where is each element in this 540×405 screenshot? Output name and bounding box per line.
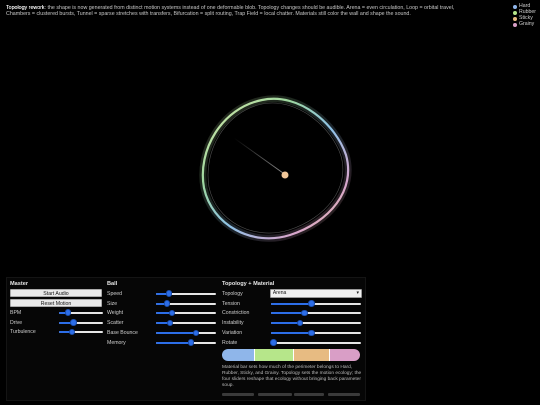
- slider-label-weight: Weight: [107, 310, 124, 317]
- slider-thumb[interactable]: [168, 309, 176, 317]
- constriction-slider[interactable]: [271, 309, 361, 317]
- slider-thumb[interactable]: [70, 319, 77, 326]
- base-bounce-slider[interactable]: [156, 329, 216, 337]
- topology-title: Topology + Material: [222, 281, 275, 287]
- slider-thumb[interactable]: [163, 300, 171, 307]
- scatter-slider[interactable]: [156, 319, 216, 327]
- slider-label-constriction: Constriction: [222, 310, 250, 317]
- slider-thumb[interactable]: [308, 300, 315, 307]
- turbulence-slider[interactable]: [59, 328, 103, 336]
- slider-thumb[interactable]: [187, 339, 195, 346]
- start-audio-button[interactable]: Start Audio: [10, 289, 102, 297]
- slider-row-scatter: Scatter: [107, 318, 219, 328]
- topology-select-value: Arena: [272, 290, 287, 297]
- slider-row-drive: Drive: [10, 318, 105, 328]
- material-segment-grainy[interactable]: [330, 349, 360, 361]
- bpm-slider[interactable]: [59, 309, 103, 317]
- slider-label-speed: Speed: [107, 290, 123, 297]
- speed-slider[interactable]: [156, 290, 216, 298]
- rotate-slider[interactable]: [270, 339, 361, 347]
- slider-row-memory: Memory: [107, 338, 219, 348]
- slider-thumb[interactable]: [165, 290, 173, 297]
- slider-label-turbulence: Turbulence: [10, 329, 36, 336]
- slider-label-base-bounce: Base Bounce: [107, 330, 138, 337]
- slider-thumb[interactable]: [64, 309, 72, 316]
- material-scrollbar[interactable]: [222, 393, 360, 396]
- topology-row: Topology Arena ▾: [222, 289, 362, 299]
- material-note: Material bar sets how much of the perime…: [222, 365, 362, 388]
- chevron-down-icon: ▾: [356, 290, 359, 297]
- ball-trail: [233, 137, 284, 174]
- variation-slider[interactable]: [271, 329, 361, 337]
- slider-row-tension: Tension: [222, 299, 362, 309]
- slider-label-scatter: Scatter: [107, 320, 124, 327]
- material-bar[interactable]: [222, 349, 360, 361]
- slider-fill: [271, 302, 312, 305]
- slider-label-rotate: Rotate: [222, 339, 238, 346]
- slider-label-tension: Tension: [222, 300, 240, 307]
- topology-section: Topology + Material Topology Arena ▾ Ten…: [222, 281, 362, 348]
- slider-row-turbulence: Turbulence: [10, 328, 105, 338]
- slider-label-instability: Instability: [222, 320, 244, 327]
- slider-thumb[interactable]: [270, 339, 277, 346]
- slider-label-size: Size: [107, 300, 118, 307]
- slider-label-memory: Memory: [107, 339, 126, 346]
- slider-label-drive: Drive: [10, 319, 23, 326]
- ball[interactable]: [281, 171, 289, 179]
- control-panel: Master Start Audio Reset Motion BPM Drive…: [6, 277, 366, 401]
- slider-thumb[interactable]: [301, 309, 308, 317]
- memory-slider[interactable]: [156, 339, 216, 347]
- slider-row-bpm: BPM: [10, 308, 105, 318]
- master-section: Master Start Audio Reset Motion BPM Drive…: [10, 281, 105, 337]
- slider-row-weight: Weight: [107, 309, 219, 319]
- instability-slider[interactable]: [271, 319, 361, 327]
- slider-fill: [271, 312, 305, 315]
- material-segment-hard[interactable]: [222, 349, 255, 361]
- slider-fill: [271, 322, 300, 325]
- slider-row-base-bounce: Base Bounce: [107, 328, 219, 338]
- slider-fill: [156, 341, 191, 344]
- slider-row-size: Size: [107, 299, 219, 309]
- topology-select[interactable]: Arena ▾: [269, 289, 362, 299]
- slider-fill: [271, 332, 312, 335]
- drive-slider[interactable]: [59, 319, 103, 327]
- slider-label-variation: Variation: [222, 330, 243, 337]
- slider-thumb[interactable]: [68, 328, 76, 336]
- slider-label-bpm: BPM: [10, 309, 22, 316]
- slider-row-speed: Speed: [107, 289, 219, 299]
- topology-label: Topology: [222, 290, 243, 297]
- material-segment-rubber[interactable]: [255, 349, 294, 361]
- ball-section: Ball Speed Size Weight Scatter Base Bounce Me…: [107, 281, 219, 348]
- slider-thumb[interactable]: [296, 319, 304, 327]
- size-slider[interactable]: [156, 300, 216, 308]
- ball-title: Ball: [107, 281, 118, 287]
- master-title: Master: [10, 281, 29, 287]
- slider-row-constriction: Constriction: [222, 309, 362, 319]
- tension-slider[interactable]: [271, 300, 361, 308]
- slider-fill: [156, 332, 197, 335]
- weight-slider[interactable]: [156, 309, 216, 317]
- slider-track: [271, 341, 361, 344]
- slider-row-instability: Instability: [222, 318, 362, 328]
- reset-motion-button[interactable]: Reset Motion: [10, 298, 102, 307]
- slider-thumb[interactable]: [308, 329, 315, 337]
- slider-row-variation: Variation: [222, 328, 362, 338]
- slider-row-rotate: Rotate: [222, 338, 362, 348]
- material-segment-sticky[interactable]: [294, 349, 330, 361]
- slider-thumb[interactable]: [166, 319, 174, 327]
- slider-thumb[interactable]: [192, 329, 200, 337]
